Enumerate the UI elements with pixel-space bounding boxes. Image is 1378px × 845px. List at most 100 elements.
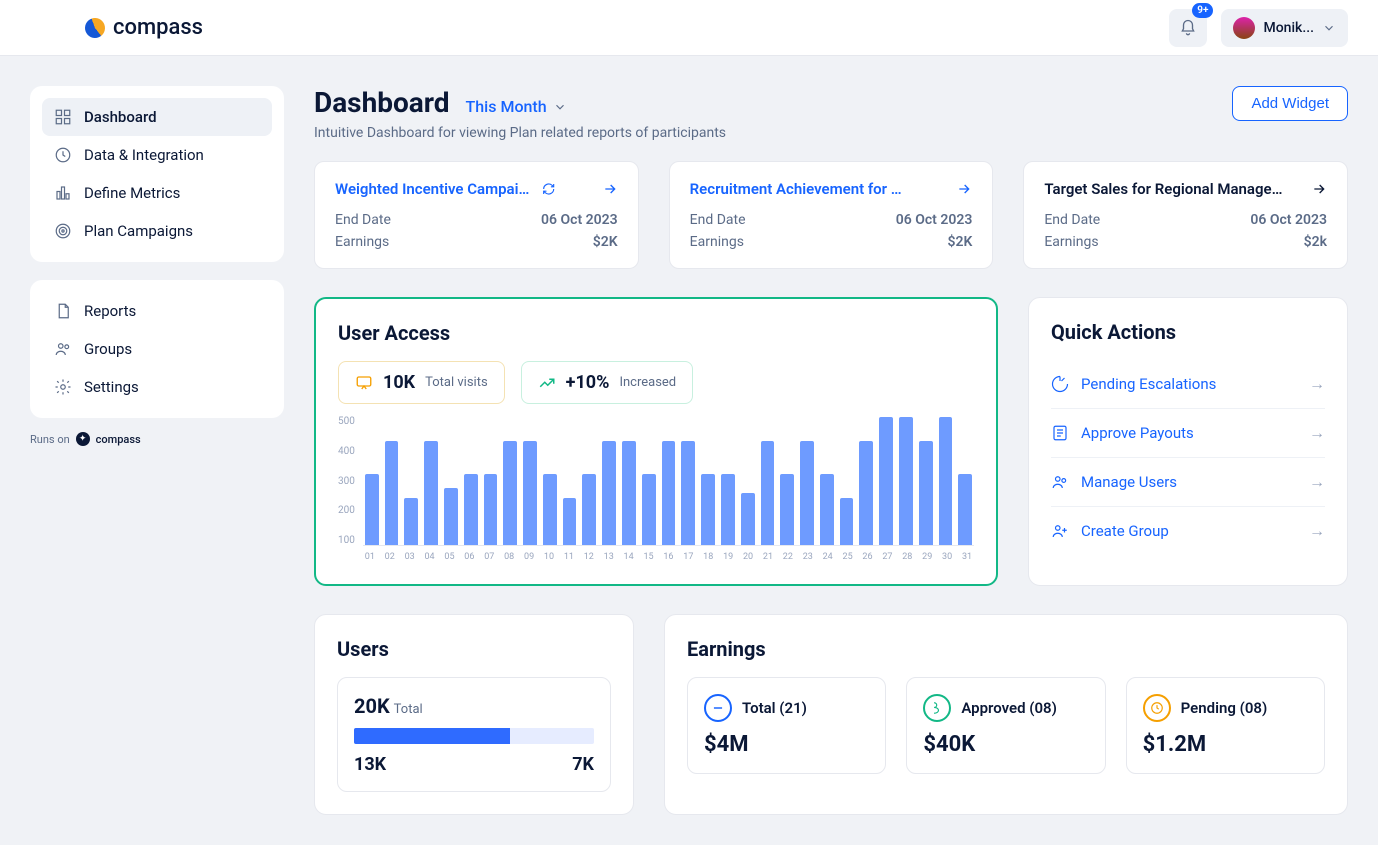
campaign-title[interactable]: Target Sales for Regional Managers [1044, 180, 1284, 198]
end-date-value: 06 Oct 2023 [1250, 212, 1327, 228]
user-access-panel: User Access 10K Total visits +10% Increa… [314, 297, 998, 586]
chart-bar[interactable] [662, 441, 676, 545]
arrow-right-icon[interactable] [602, 181, 618, 197]
chart-bar[interactable] [444, 488, 458, 545]
arrow-right-icon[interactable] [956, 181, 972, 197]
chart-xtick: 18 [701, 552, 715, 562]
campaign-title[interactable]: Recruitment Achievement for OND... [690, 180, 910, 198]
chart-xtick: 12 [582, 552, 596, 562]
sidebar-label: Define Metrics [84, 184, 180, 202]
sidebar-item-groups[interactable]: Groups [42, 330, 272, 368]
chart-xtick: 23 [801, 552, 815, 562]
runs-on-label: Runs on [30, 433, 70, 446]
add-widget-button[interactable]: Add Widget [1232, 86, 1348, 121]
sidebar: Dashboard Data & Integration Define Metr… [30, 86, 284, 446]
quick-action-item[interactable]: Pending Escalations→ [1051, 360, 1325, 409]
chart-bar[interactable] [484, 474, 498, 545]
chart-bar[interactable] [820, 474, 834, 545]
campaign-cards: Weighted Incentive Campaigns End Date 06 … [314, 161, 1348, 269]
users-progress-bar [354, 728, 594, 744]
earnings-value: $2K [947, 234, 972, 250]
user-name: Monik... [1263, 20, 1314, 36]
users-icon [54, 340, 72, 358]
chart-xtick: 28 [900, 552, 914, 562]
sidebar-item-plan-campaigns[interactable]: Plan Campaigns [42, 212, 272, 250]
chart-bar[interactable] [523, 441, 537, 545]
bar-chart-icon [54, 184, 72, 202]
end-date-label: End Date [1044, 212, 1100, 228]
arrow-right-icon[interactable] [1311, 181, 1327, 197]
earnings-amount: $1.2M [1143, 732, 1308, 757]
chart-bar[interactable] [800, 441, 814, 545]
target-icon [54, 222, 72, 240]
chart-bar[interactable] [958, 474, 972, 545]
panel-title: User Access [338, 321, 974, 345]
sidebar-item-define-metrics[interactable]: Define Metrics [42, 174, 272, 212]
logo[interactable]: compass [85, 15, 203, 40]
chart-bar[interactable] [899, 417, 913, 545]
panel-title: Earnings [687, 637, 1325, 661]
chart-bar[interactable] [543, 474, 557, 545]
increase-value: +10% [566, 372, 610, 393]
chart-xtick: 11 [562, 552, 576, 562]
page-header: Dashboard This Month Intuitive Dashboard… [314, 86, 1348, 141]
increase-chip: +10% Increased [521, 361, 694, 404]
chart-bar[interactable] [919, 441, 933, 545]
users-right-value: 7K [572, 754, 594, 775]
campaign-card: Recruitment Achievement for OND... End D… [669, 161, 994, 269]
runs-on: Runs on ✦ compass [30, 432, 284, 446]
chart-bar[interactable] [741, 493, 755, 545]
logo-mark-icon [82, 15, 108, 41]
chart-bar[interactable] [780, 474, 794, 545]
chart-xtick: 08 [502, 552, 516, 562]
chart-bar[interactable] [840, 498, 854, 545]
earnings-card: Approved (08)$40K [906, 677, 1105, 774]
sidebar-item-data-integration[interactable]: Data & Integration [42, 136, 272, 174]
period-selector[interactable]: This Month [466, 97, 567, 116]
panel-title: Users [337, 637, 611, 661]
quick-action-item[interactable]: Create Group→ [1051, 507, 1325, 555]
sidebar-section-2: Reports Groups Settings [30, 280, 284, 418]
user-menu[interactable]: Monik... [1221, 9, 1348, 47]
chart-bar[interactable] [879, 417, 893, 545]
chart-bar[interactable] [365, 474, 379, 545]
quick-action-icon [1051, 473, 1069, 491]
chart-bar[interactable] [563, 498, 577, 545]
earnings-amount: $40K [923, 732, 1088, 757]
chart-bar[interactable] [385, 441, 399, 545]
chart-xtick: 17 [681, 552, 695, 562]
sidebar-item-reports[interactable]: Reports [42, 292, 272, 330]
chart-bar[interactable] [602, 441, 616, 545]
quick-action-item[interactable]: Manage Users→ [1051, 458, 1325, 507]
chart-xtick: 06 [462, 552, 476, 562]
chat-icon [355, 374, 373, 392]
chart-bar[interactable] [404, 498, 418, 545]
earnings-cards: Total (21)$4MApproved (08)$40KPending (0… [687, 677, 1325, 774]
chart-bar[interactable] [761, 441, 775, 545]
earnings-card: Pending (08)$1.2M [1126, 677, 1325, 774]
campaign-title[interactable]: Weighted Incentive Campaigns [335, 180, 555, 198]
chart-bar[interactable] [681, 441, 695, 545]
chart-bar[interactable] [859, 441, 873, 545]
sidebar-item-dashboard[interactable]: Dashboard [42, 98, 272, 136]
arrow-right-icon: → [1309, 521, 1325, 541]
quick-action-item[interactable]: Approve Payouts→ [1051, 409, 1325, 458]
notifications-button[interactable]: 9+ [1169, 9, 1207, 47]
chart-bar[interactable] [464, 474, 478, 545]
chart-yaxis: 500400300200100 [338, 416, 355, 546]
chart-bar[interactable] [642, 474, 656, 545]
chart-bar[interactable] [622, 441, 636, 545]
chart-bar[interactable] [424, 441, 438, 545]
chart-bar[interactable] [582, 474, 596, 545]
chart-xtick: 21 [761, 552, 775, 562]
sidebar-label: Dashboard [84, 108, 157, 126]
quick-actions-panel: Quick Actions Pending Escalations→Approv… [1028, 297, 1348, 586]
chart-bar[interactable] [503, 441, 517, 545]
chart-bar[interactable] [939, 417, 953, 545]
chart-xtick: 10 [542, 552, 556, 562]
users-panel: Users 20KTotal 13K 7K [314, 614, 634, 815]
chart-bar[interactable] [721, 474, 735, 545]
gear-icon [54, 378, 72, 396]
sidebar-item-settings[interactable]: Settings [42, 368, 272, 406]
chart-bar[interactable] [701, 474, 715, 545]
